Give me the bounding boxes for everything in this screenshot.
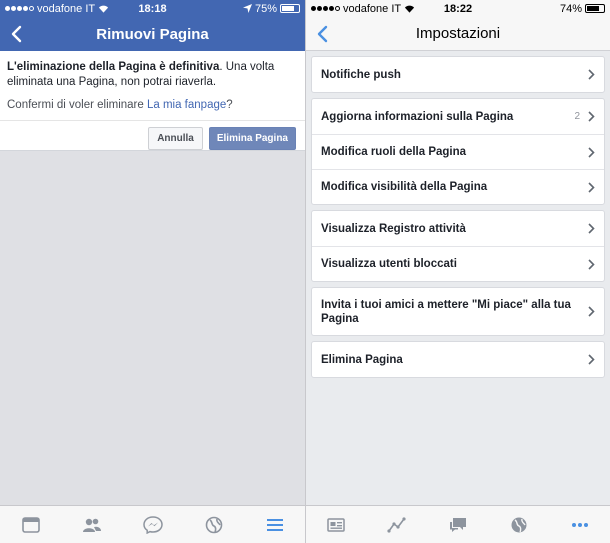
tab-more[interactable] bbox=[568, 514, 592, 536]
friends-icon bbox=[82, 518, 101, 532]
tab-friends[interactable] bbox=[80, 514, 104, 536]
tab-messages[interactable] bbox=[446, 514, 470, 536]
dialog-message: L'eliminazione della Pagina è definitiva… bbox=[7, 60, 298, 90]
confirm-prefix: Confermi di voler eliminare bbox=[7, 99, 147, 111]
confirm-suffix: ? bbox=[226, 99, 233, 111]
activity-chart-icon bbox=[387, 516, 406, 533]
settings-row-label: Modifica ruoli della Pagina bbox=[321, 146, 467, 158]
bottom-tab-bar bbox=[0, 505, 305, 543]
notifications-globe-icon bbox=[205, 516, 222, 533]
tab-news-feed[interactable] bbox=[19, 514, 43, 536]
settings-group: Visualizza Registro attività Visualizza u… bbox=[311, 210, 605, 282]
tab-messenger[interactable] bbox=[141, 514, 165, 536]
nav-bar: Rimuovi Pagina bbox=[0, 17, 305, 51]
page-icon bbox=[327, 517, 346, 532]
messenger-icon bbox=[142, 515, 163, 534]
settings-row[interactable]: Modifica visibilità della Pagina bbox=[312, 169, 604, 204]
menu-icon bbox=[266, 518, 283, 531]
carrier-name: vodafone IT bbox=[37, 2, 96, 15]
battery-percent: 74% bbox=[559, 2, 582, 15]
tab-menu[interactable] bbox=[263, 514, 287, 536]
carrier-name: vodafone IT bbox=[343, 2, 402, 15]
battery-percent: 75% bbox=[254, 2, 277, 15]
chevron-right-icon bbox=[588, 258, 595, 270]
messages-icon bbox=[449, 517, 466, 532]
nav-bar: Impostazioni bbox=[306, 17, 610, 51]
wifi-icon bbox=[99, 5, 109, 13]
wifi-icon bbox=[405, 5, 415, 13]
chevron-right-icon bbox=[588, 181, 595, 193]
settings-row-label: Modifica visibilità della Pagina bbox=[321, 181, 488, 193]
location-arrow-icon bbox=[242, 4, 252, 13]
settings-group: Aggiorna informazioni sulla Pagina 2 Modif… bbox=[311, 98, 605, 205]
signal-icon bbox=[311, 6, 340, 11]
dialog-confirm-text: Confermi di voler eliminare La mia fanpa… bbox=[7, 98, 298, 113]
back-arrow-icon[interactable] bbox=[315, 25, 333, 43]
chevron-right-icon bbox=[588, 111, 595, 122]
settings-row[interactable]: Notifiche push bbox=[312, 57, 604, 92]
settings-row[interactable]: Invita i tuoi amici a mettere "Mi piace"… bbox=[312, 288, 604, 335]
cancel-button[interactable]: Annulla bbox=[148, 127, 203, 150]
page-title: Rimuovi Pagina bbox=[96, 25, 209, 43]
settings-row-label: Aggiorna informazioni sulla Pagina bbox=[321, 110, 514, 123]
settings-row-label: Elimina Pagina bbox=[321, 353, 403, 366]
count-badge: 2 bbox=[574, 111, 580, 122]
status-bar: vodafone IT 18:18 75% bbox=[0, 0, 305, 17]
dialog-actions: Annulla Elimina Pagina bbox=[7, 121, 298, 150]
settings-group: Invita i tuoi amici a mettere "Mi piace"… bbox=[311, 287, 605, 336]
notifications-globe-icon bbox=[511, 517, 527, 532]
tab-notifications[interactable] bbox=[202, 514, 226, 536]
dialog-message-bold: L'eliminazione della Pagina è definitiva bbox=[7, 61, 220, 73]
page-name-link[interactable]: La mia fanpage bbox=[147, 99, 226, 111]
settings-group: Notifiche push bbox=[311, 56, 605, 93]
chevron-right-icon bbox=[588, 69, 595, 80]
delete-page-button[interactable]: Elimina Pagina bbox=[208, 127, 296, 150]
chevron-right-icon bbox=[588, 223, 595, 234]
battery-icon bbox=[585, 4, 605, 13]
settings-list: Notifiche push Aggiorna informazioni sull… bbox=[306, 56, 610, 378]
settings-row-label: Notifiche push bbox=[321, 68, 401, 81]
settings-row[interactable]: Visualizza Registro attività bbox=[312, 211, 604, 246]
settings-row-label: Visualizza utenti bloccati bbox=[321, 258, 457, 270]
status-bar: vodafone IT 18:22 74% bbox=[306, 0, 610, 17]
bottom-tab-bar bbox=[306, 505, 610, 543]
back-arrow-icon[interactable] bbox=[9, 25, 27, 43]
page-title: Impostazioni bbox=[415, 25, 501, 42]
right-screen: vodafone IT 18:22 74% Impostazioni Notif… bbox=[306, 0, 610, 543]
settings-row[interactable]: Visualizza utenti bloccati bbox=[312, 246, 604, 281]
settings-group: Elimina Pagina bbox=[311, 341, 605, 378]
chevron-right-icon bbox=[588, 306, 595, 317]
chevron-right-icon bbox=[588, 354, 595, 365]
settings-row[interactable]: Elimina Pagina bbox=[312, 342, 604, 377]
tab-activity[interactable] bbox=[385, 514, 409, 536]
settings-row-label: Invita i tuoi amici a mettere "Mi piace"… bbox=[321, 298, 571, 325]
tab-page[interactable] bbox=[324, 514, 348, 536]
delete-page-dialog: L'eliminazione della Pagina è definitiva… bbox=[0, 51, 305, 151]
chevron-right-icon bbox=[588, 146, 595, 158]
tab-notifications[interactable] bbox=[507, 514, 531, 536]
signal-icon bbox=[5, 6, 34, 11]
left-screen: vodafone IT 18:18 75% Rimuovi Pagina L'e… bbox=[0, 0, 305, 543]
news-feed-icon bbox=[21, 516, 40, 533]
battery-icon bbox=[280, 4, 300, 13]
settings-row[interactable]: Modifica ruoli della Pagina bbox=[312, 134, 604, 169]
more-icon bbox=[571, 522, 588, 527]
settings-row[interactable]: Aggiorna informazioni sulla Pagina 2 bbox=[312, 99, 604, 134]
settings-row-label: Visualizza Registro attività bbox=[321, 222, 466, 235]
